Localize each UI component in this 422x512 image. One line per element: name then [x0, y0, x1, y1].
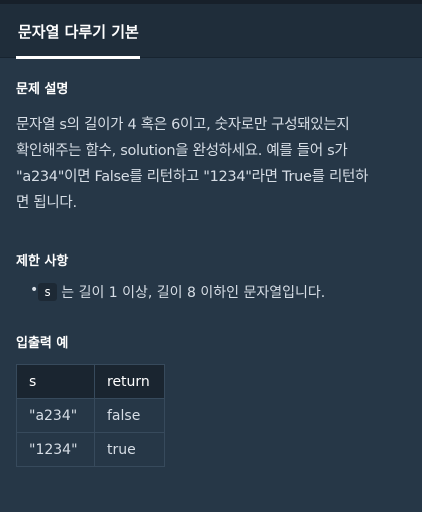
- column-header-return: return: [94, 364, 165, 399]
- column-header-s: s: [16, 364, 95, 399]
- description-line: 문자열 s의 길이가 4 혹은 6이고, 숫자로만 구성돼있는지: [16, 117, 350, 133]
- cell-return: true: [94, 432, 165, 467]
- table-header-row: s return: [16, 364, 165, 399]
- tab-problem[interactable]: 문자열 다루기 기본: [16, 4, 141, 58]
- problem-description: 문자열 s의 길이가 4 혹은 6이고, 숫자로만 구성돼있는지 확인해주는 함…: [16, 112, 408, 216]
- examples-table: s return "a234" false "1234" true: [16, 364, 165, 467]
- problem-description-heading: 문제 설명: [16, 82, 69, 97]
- constraints-heading: 제한 사항: [16, 254, 69, 269]
- cell-s: "1234": [16, 432, 95, 467]
- description-line: 면 됩니다.: [16, 195, 77, 211]
- active-tab-indicator: [16, 56, 140, 59]
- description-line: "a234"이면 False를 리턴하고 "1234"라면 True를 리턴하: [16, 169, 369, 185]
- table-row: "a234" false: [16, 398, 165, 433]
- bullet-icon: •: [30, 282, 39, 298]
- tab-bar: 문자열 다루기 기본: [0, 4, 422, 59]
- constraint-item: • s 는 길이 1 이상, 길이 8 이하인 문자열입니다.: [30, 282, 408, 302]
- constraint-text: 는 길이 1 이상, 길이 8 이하인 문자열입니다.: [61, 285, 326, 301]
- tab-label: 문자열 다루기 기본: [18, 22, 139, 41]
- cell-return: false: [94, 398, 165, 433]
- inline-code: s: [38, 283, 58, 301]
- examples-heading: 입출력 예: [16, 336, 69, 351]
- cell-s: "a234": [16, 398, 95, 433]
- table-row: "1234" true: [16, 432, 165, 467]
- description-line: 확인해주는 함수, solution을 완성하세요. 예를 들어 s가: [16, 143, 348, 159]
